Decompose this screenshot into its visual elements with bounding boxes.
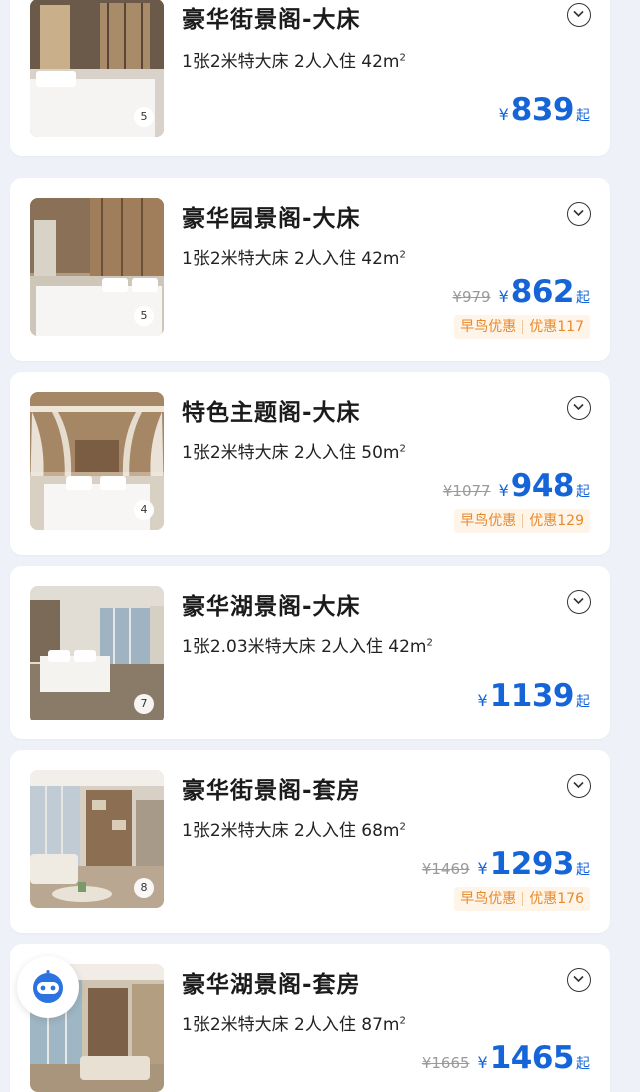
room-card[interactable]: 5 豪华园景阁-大床 1张2米特大床 2人入住 42m2 ¥979 ¥ 862 … (10, 178, 610, 361)
currency-symbol: ¥ (498, 287, 509, 306)
expand-chevron-icon[interactable] (567, 590, 591, 614)
room-price: 1465 (489, 1040, 575, 1076)
room-card[interactable]: 4 特色主题阁-大床 1张2米特大床 2人入住 50m2 ¥1077 ¥ 948… (10, 372, 610, 555)
price-suffix: 起 (576, 290, 590, 306)
room-card[interactable]: 8 豪华街景阁-套房 1张2米特大床 2人入住 68m2 ¥1469 ¥ 129… (10, 750, 610, 933)
promo-tag: 早鸟优惠 优惠117 (454, 315, 590, 339)
room-photo[interactable]: 7 (30, 586, 164, 724)
room-price: 862 (510, 274, 575, 310)
room-card[interactable]: 7 豪华湖景阁-大床 1张2.03米特大床 2人入住 42m2 ¥ 1139 起 (10, 566, 610, 739)
room-card[interactable]: 豪华湖景阁-套房 1张2米特大床 2人入住 87m2 ¥1665 ¥ 1465 … (10, 944, 610, 1092)
floating-assistant-button[interactable] (17, 956, 79, 1018)
price-suffix: 起 (576, 862, 590, 878)
original-price: ¥979 (452, 288, 491, 306)
room-title: 特色主题阁-大床 (182, 400, 361, 426)
original-price: ¥1665 (421, 1054, 470, 1072)
photo-count-badge: 8 (134, 878, 154, 898)
promo-label: 早鸟优惠 (460, 513, 517, 529)
room-photo[interactable]: 8 (30, 770, 164, 908)
room-title: 豪华园景阁-大床 (182, 206, 361, 232)
price-line: ¥1665 ¥ 1465 起 (422, 1040, 590, 1076)
room-spec: 1张2.03米特大床 2人入住 42m2 (182, 637, 433, 657)
expand-chevron-icon[interactable] (567, 396, 591, 420)
photo-count-badge: 5 (134, 107, 154, 127)
original-price: ¥1077 (442, 482, 491, 500)
price-line: ¥ 1139 起 (478, 678, 590, 714)
room-title: 豪华湖景阁-套房 (182, 972, 361, 998)
original-price: ¥1469 (421, 860, 470, 878)
expand-chevron-icon[interactable] (567, 774, 591, 798)
room-price: 839 (510, 92, 575, 128)
currency-symbol: ¥ (498, 105, 509, 124)
room-price: 1293 (489, 846, 575, 882)
currency-symbol: ¥ (477, 859, 488, 878)
photo-count-badge: 5 (134, 306, 154, 326)
expand-chevron-icon[interactable] (567, 202, 591, 226)
room-spec: 1张2米特大床 2人入住 42m2 (182, 249, 406, 269)
promo-discount: 优惠117 (529, 319, 584, 335)
robot-assistant-icon (33, 970, 63, 1003)
price-line: ¥1469 ¥ 1293 起 (422, 846, 590, 882)
room-title: 豪华湖景阁-大床 (182, 594, 361, 620)
room-spec: 1张2米特大床 2人入住 87m2 (182, 1015, 406, 1035)
promo-discount: 优惠176 (529, 891, 584, 907)
currency-symbol: ¥ (477, 691, 488, 710)
price-line: ¥1077 ¥ 948 起 (443, 468, 590, 504)
room-title: 豪华街景阁-套房 (182, 778, 361, 804)
price-suffix: 起 (576, 108, 590, 124)
room-price: 1139 (489, 678, 575, 714)
room-title: 豪华街景阁-大床 (182, 7, 361, 33)
currency-symbol: ¥ (498, 481, 509, 500)
promo-tag: 早鸟优惠 优惠129 (454, 509, 590, 533)
room-photo[interactable]: 5 (30, 198, 164, 336)
photo-count-badge: 4 (134, 500, 154, 520)
room-spec: 1张2米特大床 2人入住 42m2 (182, 52, 406, 72)
room-spec: 1张2米特大床 2人入住 68m2 (182, 821, 406, 841)
price-suffix: 起 (576, 1056, 590, 1072)
room-card[interactable]: 5 豪华街景阁-大床 1张2米特大床 2人入住 42m2 ¥ 839 起 (10, 0, 610, 156)
price-suffix: 起 (576, 484, 590, 500)
price-line: ¥979 ¥ 862 起 (452, 274, 590, 310)
room-photo[interactable]: 4 (30, 392, 164, 530)
price-suffix: 起 (576, 694, 590, 710)
promo-tag: 早鸟优惠 优惠176 (454, 887, 590, 911)
expand-chevron-icon[interactable] (567, 3, 591, 27)
expand-chevron-icon[interactable] (567, 968, 591, 992)
promo-discount: 优惠129 (529, 513, 584, 529)
promo-label: 早鸟优惠 (460, 891, 517, 907)
room-price: 948 (510, 468, 575, 504)
currency-symbol: ¥ (477, 1053, 488, 1072)
promo-label: 早鸟优惠 (460, 319, 517, 335)
room-spec: 1张2米特大床 2人入住 50m2 (182, 443, 406, 463)
photo-count-badge: 7 (134, 694, 154, 714)
price-line: ¥ 839 起 (499, 92, 590, 128)
room-photo[interactable]: 5 (30, 0, 164, 137)
room-list: 5 豪华街景阁-大床 1张2米特大床 2人入住 42m2 ¥ 839 起 5 豪… (0, 0, 640, 1092)
